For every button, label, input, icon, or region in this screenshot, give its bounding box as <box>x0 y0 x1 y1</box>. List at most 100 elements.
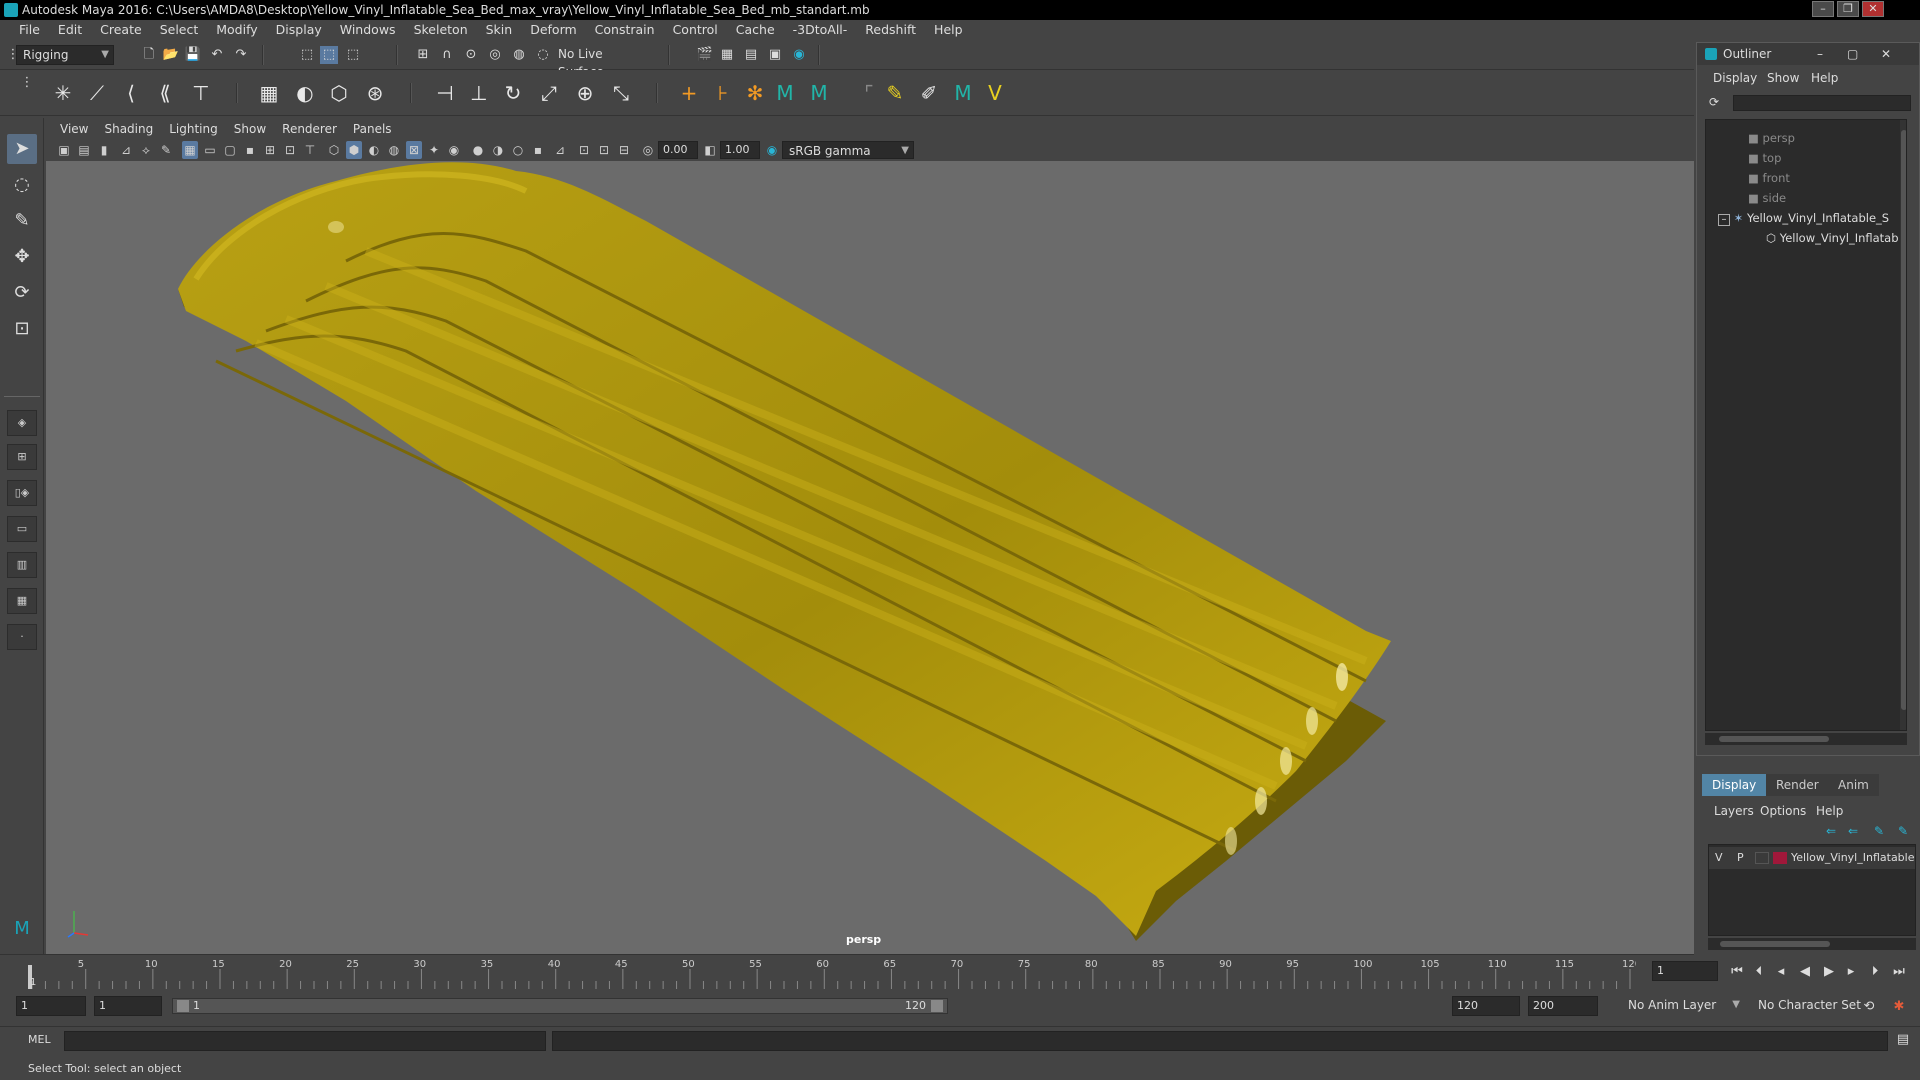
shelf-menu-icon[interactable]: ⋮ <box>18 74 36 92</box>
step-back-key-icon[interactable]: ⏴ <box>1750 963 1768 981</box>
mattress-model[interactable] <box>46 161 1694 954</box>
outliner-item-group[interactable]: – ✶ Yellow_Vinyl_Inflatable_S <box>1718 208 1889 228</box>
hypershade-icon[interactable]: ▣ <box>766 46 784 64</box>
cluster-icon[interactable]: ⊛ <box>362 80 388 106</box>
minimize-button[interactable]: – <box>1812 1 1834 17</box>
go-to-start-icon[interactable]: ⏮ <box>1728 963 1746 981</box>
image-plane-icon[interactable]: ⊿ <box>118 141 134 159</box>
tab-render[interactable]: Render <box>1766 774 1829 796</box>
menu-cache[interactable]: Cache <box>727 20 784 40</box>
menu-create[interactable]: Create <box>91 20 151 40</box>
timeline-ruler[interactable]: 5 10 15 20 25 30 35 40 45 50 55 60 65 70 75 80 85 90 95 100… <box>28 955 1636 989</box>
redo-icon[interactable]: ↷ <box>232 46 250 64</box>
select-tool-icon[interactable]: ➤ <box>7 134 37 164</box>
3dtoall-icon-1[interactable]: M <box>772 80 798 106</box>
camera-attributes-icon[interactable]: ▤ <box>76 141 92 159</box>
single-perspective-layout-icon[interactable]: ◈ <box>7 410 37 436</box>
point-constraint-icon[interactable]: ⊣ <box>432 80 458 106</box>
use-all-lights-icon[interactable]: ⊠ <box>406 141 422 159</box>
rotate-tool-icon[interactable]: ⟳ <box>7 278 37 308</box>
tab-display[interactable]: Display <box>1702 774 1767 796</box>
view-transform-dropdown[interactable]: sRGB gamma ▼ <box>782 141 914 159</box>
menu-edit[interactable]: Edit <box>49 20 91 40</box>
bracket-icon[interactable]: ⌜ <box>856 80 882 106</box>
3dtoall-icon-3[interactable]: M <box>950 80 976 106</box>
shadows-icon[interactable]: ✦ <box>426 141 442 159</box>
time-slider[interactable]: 5 10 15 20 25 30 35 40 45 50 55 60 65 70 75 80 85 90 95 100… <box>0 954 1905 989</box>
range-end-handle[interactable] <box>931 1000 943 1012</box>
wireframe-icon[interactable]: ⬡ <box>326 141 342 159</box>
command-input[interactable] <box>64 1031 546 1051</box>
orient-joint-icon[interactable]: ⊤ <box>188 80 214 106</box>
menu-set-dropdown[interactable]: Rigging ▼ <box>16 45 114 65</box>
scrollbar-thumb[interactable] <box>1719 736 1829 742</box>
lasso-tool-icon[interactable]: ◌ <box>7 170 37 200</box>
menu-select[interactable]: Select <box>151 20 208 40</box>
playback-start-field[interactable]: 1 <box>94 996 162 1016</box>
orient-constraint-icon[interactable]: ↻ <box>500 80 526 106</box>
panel-menu-shading[interactable]: Shading <box>96 119 161 139</box>
paint-weights-icon[interactable]: ✎ <box>882 80 908 106</box>
lattice-icon[interactable]: ⬡ <box>326 80 352 106</box>
script-editor-icon[interactable]: ▤ <box>1894 1031 1912 1049</box>
snap-grid-icon[interactable]: ⊞ <box>414 46 432 64</box>
ik-handle-icon[interactable]: ⟋ <box>84 80 110 106</box>
outliner-close-button[interactable]: ✕ <box>1881 43 1891 65</box>
animation-end-field[interactable]: 200 <box>1528 996 1598 1016</box>
custom-layout-icon[interactable]: · <box>7 624 37 650</box>
playback-end-field[interactable]: 120 <box>1452 996 1520 1016</box>
outliner-item-mesh[interactable]: ⬡ Yellow_Vinyl_Inflatab <box>1766 228 1899 248</box>
render-view-icon[interactable]: ◉ <box>790 46 808 64</box>
render-frame-icon[interactable]: 🎬 <box>696 46 714 64</box>
3dtoall-icon-2[interactable]: M <box>806 80 832 106</box>
gate-mask-icon[interactable]: ▪ <box>242 141 258 159</box>
auto-key-icon[interactable]: ⟲ <box>1860 998 1878 1016</box>
locator-icon[interactable]: + <box>676 80 702 106</box>
gamma-field[interactable]: 1.00 <box>720 141 760 159</box>
wireframe-on-shaded-icon[interactable]: ◐ <box>366 141 382 159</box>
exposure-field[interactable]: 0.00 <box>658 141 698 159</box>
outliner-item-persp[interactable]: ■ persp <box>1748 128 1795 148</box>
snap-curve-icon[interactable]: ∩ <box>438 46 456 64</box>
tab-anim[interactable]: Anim <box>1828 774 1879 796</box>
menu-display[interactable]: Display <box>267 20 331 40</box>
move-tool-icon[interactable]: ✥ <box>7 242 37 272</box>
field-chart-icon[interactable]: ⊞ <box>262 141 278 159</box>
outliner-item-top[interactable]: ■ top <box>1748 148 1781 168</box>
layer-horizontal-scrollbar[interactable] <box>1708 938 1916 950</box>
panel-menu-renderer[interactable]: Renderer <box>274 119 345 139</box>
backface-icon[interactable]: ▪ <box>530 141 546 159</box>
outliner-menu-show[interactable]: Show <box>1767 71 1799 85</box>
vertex-icon[interactable]: V <box>982 80 1008 106</box>
play-backward-icon[interactable]: ◀ <box>1796 963 1814 981</box>
frame-all-icon[interactable]: ⊡ <box>576 141 592 159</box>
film-gate-icon[interactable]: ▭ <box>202 141 218 159</box>
scale-tool-icon[interactable]: ⊡ <box>7 314 37 344</box>
color-management-icon[interactable]: ◉ <box>764 141 780 159</box>
maximize-button[interactable]: ❐ <box>1837 1 1859 17</box>
outliner-vertical-scrollbar[interactable] <box>1900 120 1906 730</box>
panel-menu-show[interactable]: Show <box>226 119 274 139</box>
smooth-shade-icon[interactable]: ⬢ <box>346 141 362 159</box>
panel-menu-lighting[interactable]: Lighting <box>161 119 226 139</box>
step-back-frame-icon[interactable]: ◂ <box>1772 963 1790 981</box>
select-camera-icon[interactable]: ⊿ <box>552 141 568 159</box>
persp-uv-layout-icon[interactable]: ▦ <box>7 588 37 614</box>
gamma-icon[interactable]: ◧ <box>702 141 718 159</box>
outliner-item-front[interactable]: ■ front <box>1748 168 1790 188</box>
render-settings-icon[interactable]: ▤ <box>742 46 760 64</box>
current-frame-field[interactable]: 1 <box>1652 961 1718 981</box>
hypershade-layout-icon[interactable]: ▥ <box>7 552 37 578</box>
smooth-bind-icon[interactable]: ◐ <box>292 80 318 106</box>
open-scene-icon[interactable]: 📂 <box>162 46 180 64</box>
snap-point-icon[interactable]: ⊙ <box>462 46 480 64</box>
select-hierarchy-icon[interactable]: ⬚ <box>298 46 316 64</box>
command-language-label[interactable]: MEL <box>28 1033 51 1046</box>
scrollbar-thumb[interactable] <box>1901 130 1906 710</box>
refresh-icon[interactable]: ⟳ <box>1709 95 1719 109</box>
grease-pencil-icon[interactable]: ✎ <box>158 141 174 159</box>
paint-select-tool-icon[interactable]: ✎ <box>7 206 37 236</box>
safe-action-icon[interactable]: ⊡ <box>282 141 298 159</box>
xray-joints-icon[interactable]: ○ <box>510 141 526 159</box>
layer-menu-layers[interactable]: Layers <box>1714 804 1754 818</box>
